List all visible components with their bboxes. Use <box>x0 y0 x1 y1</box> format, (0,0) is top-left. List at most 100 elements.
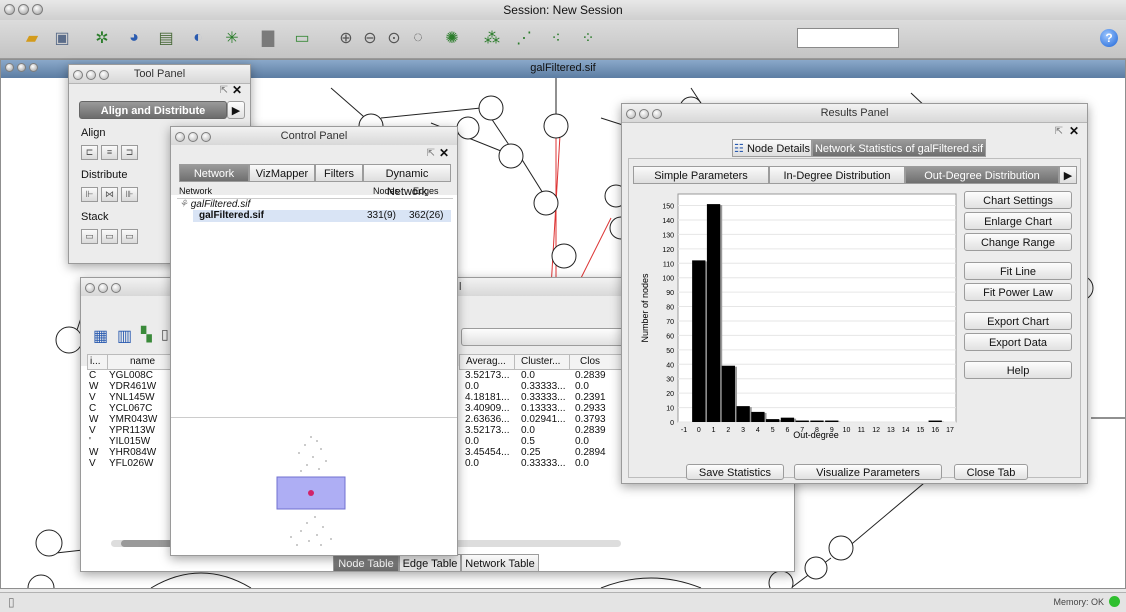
select-first-neighbors-icon[interactable]: ⁂ <box>480 26 504 50</box>
change-range-button[interactable]: Change Range <box>964 233 1072 251</box>
import-table-icon[interactable]: ▤ <box>154 26 178 50</box>
table-cell-name: YHR084W <box>109 447 156 458</box>
layout-force-icon[interactable]: ✺ <box>440 26 464 50</box>
panel-arrow-icon[interactable]: ▶ <box>227 101 245 119</box>
zoom-selected-icon[interactable]: ⊙ <box>382 26 406 50</box>
bar <box>722 366 735 422</box>
close-icon[interactable]: ✕ <box>232 83 242 97</box>
layout-icon[interactable]: ✳ <box>220 26 244 50</box>
table-cell-avg: 3.40909... <box>465 403 509 414</box>
network-column-header[interactable]: Network <box>179 186 212 196</box>
tool-panel-title: Tool Panel <box>134 68 185 80</box>
stack-left-icon[interactable]: ▭ <box>81 229 98 244</box>
zoom-fit-icon[interactable]: ◌ <box>406 26 430 50</box>
network-from-file-icon[interactable]: ✲ <box>90 26 114 50</box>
subtab-simple-parameters[interactable]: Simple Parameters <box>633 166 769 184</box>
align-distribute-header[interactable]: Align and Distribute <box>79 101 227 119</box>
bar <box>781 418 794 422</box>
export-data-button[interactable]: Export Data <box>964 333 1072 351</box>
hide-icon[interactable]: ⋰ <box>512 26 536 50</box>
table-cell-clu: 0.02941... <box>521 414 565 425</box>
column-header-closeness: Clos <box>580 356 600 367</box>
import-attributes-icon[interactable]: ◐ <box>186 26 210 50</box>
x-tick-label: 2 <box>726 427 730 434</box>
y-tick-label: 40 <box>666 362 674 369</box>
distribute-right-icon[interactable]: ⊪ <box>121 187 138 202</box>
fit-line-button[interactable]: Fit Line <box>964 262 1072 280</box>
subtab-in-degree-distribution[interactable]: In-Degree Distribution <box>769 166 905 184</box>
search-input[interactable] <box>797 28 899 48</box>
align-left-icon[interactable]: ⊏ <box>81 145 98 160</box>
table-cell-clo: 0.0 <box>575 436 589 447</box>
tab-vizmapper[interactable]: VizMapper <box>249 164 315 182</box>
close-icon[interactable]: ✕ <box>439 146 449 160</box>
undock-icon[interactable]: ⇱ <box>1055 126 1063 137</box>
column-header-name: name <box>130 356 155 367</box>
align-right-icon[interactable]: ⊐ <box>121 145 138 160</box>
open-folder-icon[interactable]: ▰ <box>20 26 44 50</box>
show-all-icon[interactable]: ⁖ <box>544 26 568 50</box>
attribute-select[interactable]: ⇕ <box>461 328 637 346</box>
network-tree-icon: ⚘ <box>179 199 188 210</box>
x-tick-label: 16 <box>931 427 939 434</box>
close-icon[interactable]: ✕ <box>1069 124 1079 138</box>
network-tree-root[interactable]: ⚘ galFiltered.sif <box>179 199 250 210</box>
fit-power-law-button[interactable]: Fit Power Law <box>964 283 1072 301</box>
import-network-icon[interactable]: ◕ <box>122 26 146 50</box>
table-cell-c0: W <box>89 447 98 458</box>
chart-settings-button[interactable]: Chart Settings <box>964 191 1072 209</box>
table-icon[interactable]: ▦ <box>93 326 108 346</box>
tab-network-table[interactable]: Network Table <box>461 554 539 572</box>
tab-node-table[interactable]: Node Table <box>333 554 399 572</box>
edges-column-header[interactable]: Edges <box>413 186 439 196</box>
stack-right-icon[interactable]: ▭ <box>121 229 138 244</box>
filter-icon[interactable]: ▚ <box>141 326 152 343</box>
document-icon[interactable]: ▇ <box>256 26 280 50</box>
help-button[interactable]: Help <box>964 361 1072 379</box>
network-edges-count: 362(26) <box>409 210 443 221</box>
table-cell-avg: 0.0 <box>465 381 479 392</box>
tab-edge-table[interactable]: Edge Table <box>399 554 461 572</box>
tab-network-statistics[interactable]: Network Statistics of galFiltered.sif <box>812 139 986 157</box>
enlarge-chart-button[interactable]: Enlarge Chart <box>964 212 1072 230</box>
subtab-scroll-arrow-icon[interactable]: ▶ <box>1059 166 1077 184</box>
zoom-in-icon[interactable]: ⊕ <box>334 26 358 50</box>
tab-filters[interactable]: Filters <box>315 164 363 182</box>
nodes-column-header[interactable]: Nodes <box>373 186 399 196</box>
distribute-group-label: Distribute <box>81 169 127 181</box>
export-icon[interactable]: ▭ <box>290 26 314 50</box>
zoom-out-icon[interactable]: ⊖ <box>358 26 382 50</box>
distribute-left-icon[interactable]: ⊩ <box>81 187 98 202</box>
bar <box>810 421 823 422</box>
stack-center-icon[interactable]: ▭ <box>101 229 118 244</box>
app-title-bar: Session: New Session <box>0 0 1126 21</box>
results-panel-controls[interactable] <box>626 107 665 125</box>
x-tick-label: 11 <box>858 427 865 434</box>
tab-node-details[interactable]: ☷ Node Details <box>732 139 812 157</box>
tab-network[interactable]: Network <box>179 164 249 182</box>
columns-icon[interactable]: ▥ <box>117 326 132 346</box>
show-icon[interactable]: ⁘ <box>576 26 600 50</box>
y-tick-label: 80 <box>666 305 674 312</box>
undock-icon[interactable]: ⇱ <box>427 148 435 159</box>
panel-toggle-icon[interactable]: ▯ <box>8 595 15 609</box>
align-center-icon[interactable]: ≡ <box>101 145 118 160</box>
export-chart-button[interactable]: Export Chart <box>964 312 1072 330</box>
memory-ok-icon[interactable] <box>1109 596 1120 607</box>
network-tree-selected-row[interactable]: galFiltered.sif 331(9) 362(26) <box>193 210 451 222</box>
distribute-center-icon[interactable]: ⋈ <box>101 187 118 202</box>
tool-panel-controls[interactable] <box>73 68 112 86</box>
visualize-parameters-button[interactable]: Visualize Parameters <box>794 464 942 480</box>
save-icon[interactable]: ▣ <box>50 26 74 50</box>
close-tab-button[interactable]: Close Tab <box>954 464 1028 480</box>
subtab-out-degree-distribution[interactable]: Out-Degree Distribution <box>905 166 1059 184</box>
undock-icon[interactable]: ⇱ <box>220 85 228 96</box>
network-overview-map[interactable] <box>261 427 371 552</box>
tab-dynamic-network[interactable]: Dynamic Network <box>363 164 451 182</box>
help-icon[interactable]: ? <box>1100 29 1118 47</box>
panel-divider[interactable] <box>171 417 457 418</box>
table-cell-clo: 0.2933 <box>575 403 606 414</box>
save-statistics-button[interactable]: Save Statistics <box>686 464 784 480</box>
export-table-icon[interactable]: ▯ <box>161 326 169 343</box>
x-tick-label: 14 <box>902 427 910 434</box>
